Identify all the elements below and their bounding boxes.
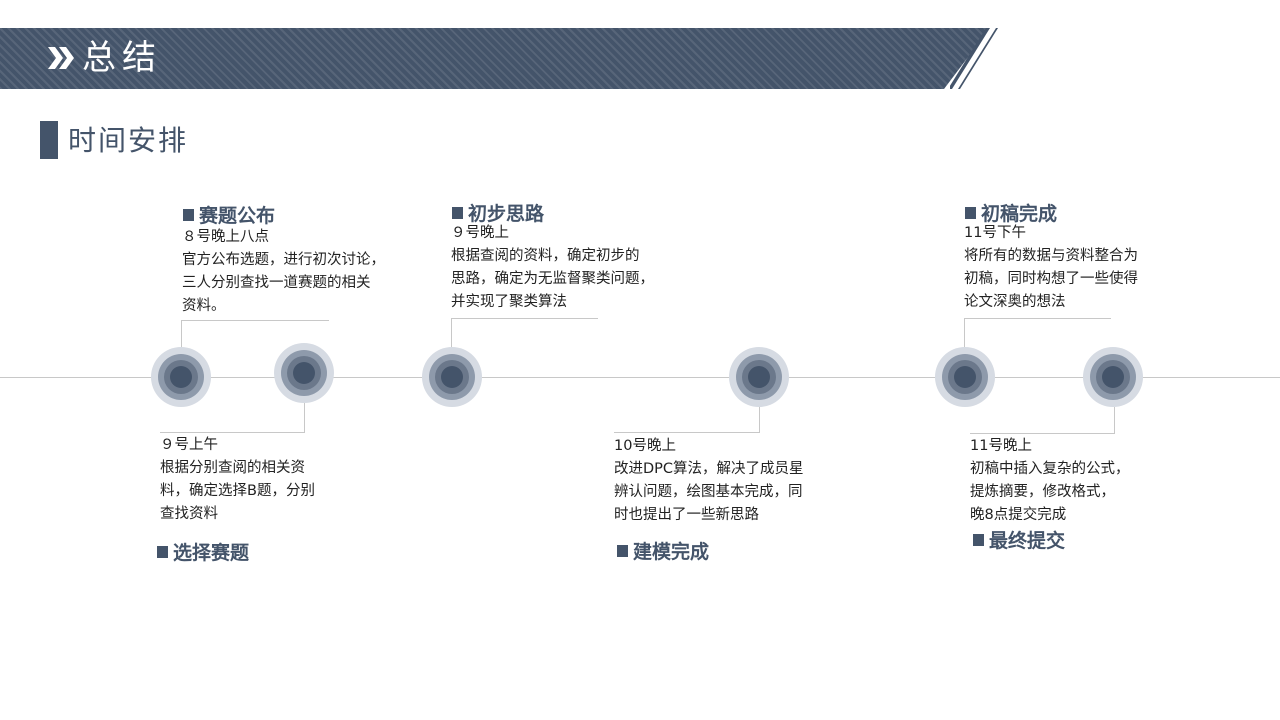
event-description: ８号晚上八点 官方公布选题，进行初次讨论， 三人分别查找一道赛题的相关 资料。 — [182, 226, 385, 318]
connector-2-h — [160, 432, 305, 433]
connector-5-v — [964, 318, 965, 347]
event-title: 建模完成 — [617, 539, 709, 565]
event-line: 提炼摘要，修改格式， — [970, 484, 1115, 500]
event-description: 11号下午 将所有的数据与资料整合为 初稿，同时构想了一些使得 论文深奥的想法 — [964, 222, 1138, 314]
double-chevron-right-icon — [48, 47, 74, 69]
event-title: 选择赛题 — [157, 540, 249, 566]
timeline-node-3 — [422, 347, 482, 407]
connector-2-v — [304, 403, 305, 433]
event-line: 时也提出了一些新思路 — [614, 507, 759, 523]
event-description: 11号晚上 初稿中插入复杂的公式， 提炼摘要，修改格式， 晚8点提交完成 — [970, 435, 1130, 527]
connector-4-h — [614, 432, 760, 433]
timeline-node-5 — [935, 347, 995, 407]
connector-1-h — [181, 320, 329, 321]
event-line: 晚8点提交完成 — [970, 507, 1067, 523]
event-description: ９号晚上 根据查阅的资料，确定初步的 思路，确定为无监督聚类问题， 并实现了聚类… — [451, 222, 654, 314]
timeline-node-1 — [151, 347, 211, 407]
event-line: 并实现了聚类算法 — [451, 294, 567, 310]
event-date: ９号晚上 — [451, 225, 509, 241]
connector-1-v — [181, 320, 182, 347]
banner-stripe-decoration — [950, 28, 998, 89]
timeline-node-2 — [274, 343, 334, 403]
event-date: 11号晚上 — [970, 438, 1032, 454]
event-line: 辨认问题，绘图基本完成，同 — [614, 484, 803, 500]
event-date: 11号下午 — [964, 225, 1026, 241]
connector-6-v — [1114, 407, 1115, 434]
connector-4-v — [759, 407, 760, 433]
event-line: 根据分别查阅的相关资 — [160, 460, 305, 476]
event-date: 10号晚上 — [614, 438, 676, 454]
event-date: ８号晚上八点 — [182, 229, 269, 245]
event-line: 官方公布选题，进行初次讨论， — [182, 252, 385, 268]
timeline-node-6 — [1083, 347, 1143, 407]
section-marker — [40, 121, 58, 159]
event-description: ９号上午 根据分别查阅的相关资 料，确定选择B题，分别 查找资料 — [160, 434, 315, 526]
event-line: 资料。 — [182, 298, 226, 314]
event-date: ９号上午 — [160, 437, 218, 453]
event-line: 思路，确定为无监督聚类问题， — [451, 271, 654, 287]
event-line: 料，确定选择B题，分别 — [160, 483, 315, 499]
page-title: 总结 — [82, 38, 162, 78]
timeline-node-4 — [729, 347, 789, 407]
section-title: 时间安排 — [68, 124, 189, 157]
event-title-label: 最终提交 — [989, 530, 1066, 552]
connector-3-v — [451, 318, 452, 347]
connector-5-h — [964, 318, 1111, 319]
event-line: 根据查阅的资料，确定初步的 — [451, 248, 640, 264]
event-title: 最终提交 — [973, 528, 1065, 554]
event-line: 查找资料 — [160, 506, 218, 522]
connector-3-h — [451, 318, 598, 319]
event-title-label: 选择赛题 — [173, 542, 250, 564]
event-line: 初稿中插入复杂的公式， — [970, 461, 1130, 477]
event-line: 初稿，同时构想了一些使得 — [964, 271, 1138, 287]
event-title-label: 赛题公布 — [199, 205, 276, 227]
event-line: 改进DPC算法，解决了成员星 — [614, 461, 804, 477]
event-line: 将所有的数据与资料整合为 — [964, 248, 1138, 264]
event-line: 三人分别查找一道赛题的相关 — [182, 275, 371, 291]
event-description: 10号晚上 改进DPC算法，解决了成员星 辨认问题，绘图基本完成，同 时也提出了… — [614, 435, 804, 527]
connector-6-h — [970, 433, 1115, 434]
event-line: 论文深奥的想法 — [964, 294, 1066, 310]
event-title-label: 建模完成 — [633, 541, 710, 563]
